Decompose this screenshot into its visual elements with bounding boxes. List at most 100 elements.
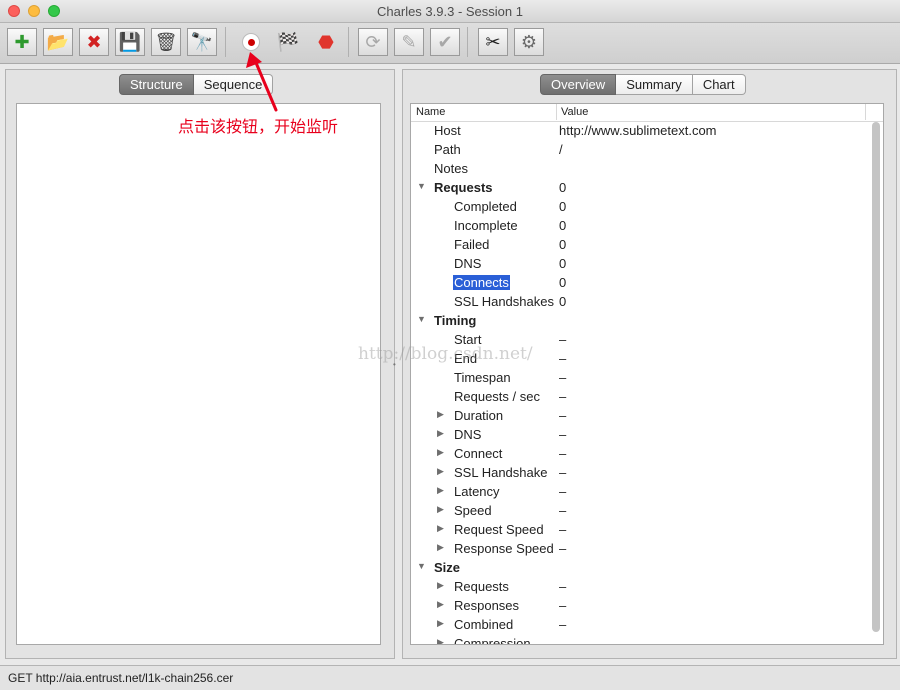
tools-button[interactable]: ✂	[478, 28, 508, 56]
toolbar-separator	[348, 27, 349, 57]
disclosure-closed-icon[interactable]: ▶	[437, 580, 444, 591]
row-value: –	[559, 389, 567, 404]
table-row[interactable]: SSL Handshakes 0	[411, 292, 866, 311]
disclosure-open-icon[interactable]: ▼	[417, 561, 426, 571]
disclosure-closed-icon[interactable]: ▶	[437, 523, 444, 534]
save-session-button[interactable]: 💾	[115, 28, 145, 56]
annotation-text: 点击该按钮，开始监听	[178, 117, 339, 136]
tab-summary[interactable]: Summary	[616, 74, 693, 95]
disclosure-open-icon[interactable]: ▼	[417, 181, 426, 191]
table-row[interactable]: ▶ Speed –	[411, 501, 866, 520]
table-row[interactable]: ▶ DNS –	[411, 425, 866, 444]
table-row[interactable]: ▶ Combined –	[411, 615, 866, 634]
disclosure-closed-icon[interactable]: ▶	[437, 542, 444, 553]
pencil-icon: ✎	[401, 32, 417, 52]
gear-icon: ⚙	[520, 32, 538, 52]
disclosure-closed-icon[interactable]: ▶	[437, 447, 444, 458]
toolbar-separator	[467, 27, 468, 57]
table-row[interactable]: ▼ Requests 0	[411, 178, 866, 197]
row-name: Requests / sec	[454, 389, 540, 404]
table-row[interactable]: Completed 0	[411, 197, 866, 216]
disclosure-closed-icon[interactable]: ▶	[437, 599, 444, 610]
row-name: Connect	[454, 446, 503, 461]
row-name: Latency	[454, 484, 500, 499]
table-row[interactable]: Path /	[411, 140, 866, 159]
annotation-arrow	[246, 52, 278, 112]
row-name: Requests	[434, 180, 493, 195]
disclosure-closed-icon[interactable]: ▶	[437, 618, 444, 629]
clear-session-button[interactable]: 🗑	[151, 28, 181, 56]
close-session-button[interactable]: ✖	[79, 28, 109, 56]
table-row[interactable]: Incomplete 0	[411, 216, 866, 235]
table-row[interactable]: Failed 0	[411, 235, 866, 254]
tools-icon: ✂	[485, 32, 501, 52]
table-row[interactable]: ▶ Compression –	[411, 634, 866, 645]
row-name: Compression	[454, 636, 531, 645]
row-value: 0	[559, 180, 567, 195]
table-row[interactable]: ▶ Response Speed –	[411, 539, 866, 558]
column-header-value[interactable]: Value	[561, 106, 588, 118]
row-value: /	[559, 142, 563, 157]
title-bar: Charles 3.9.3 - Session 1	[0, 0, 900, 23]
column-divider[interactable]	[556, 104, 557, 120]
table-row[interactable]: Notes	[411, 159, 866, 178]
new-session-button[interactable]: ✚	[7, 28, 37, 56]
row-value: –	[559, 541, 567, 556]
row-value: http://www.sublimetext.com	[559, 123, 717, 138]
table-row[interactable]: Timespan –	[411, 368, 866, 387]
row-name: Response Speed	[454, 541, 554, 556]
save-disk-icon: 💾	[118, 32, 142, 52]
right-view-tabs: Overview Summary Chart	[540, 74, 746, 95]
table-row[interactable]: ▶ Duration –	[411, 406, 866, 425]
row-value: 0	[559, 199, 567, 214]
tab-structure[interactable]: Structure	[119, 74, 194, 95]
table-row[interactable]: Connects 0	[411, 273, 866, 292]
tab-overview[interactable]: Overview	[540, 74, 617, 95]
table-row[interactable]: Host http://www.sublimetext.com	[411, 121, 866, 140]
row-name: Responses	[454, 598, 520, 613]
tab-chart[interactable]: Chart	[692, 74, 746, 95]
table-row[interactable]: ▶ SSL Handshake –	[411, 463, 866, 482]
row-value: 0	[559, 294, 567, 309]
disclosure-closed-icon[interactable]: ▶	[437, 428, 444, 439]
status-text: GET http://aia.entrust.net/l1k-chain256.…	[8, 671, 234, 685]
disclosure-closed-icon[interactable]: ▶	[437, 504, 444, 515]
row-name: Failed	[454, 237, 490, 252]
validate-button[interactable]: ✔	[430, 28, 460, 56]
row-name: DNS	[454, 256, 482, 271]
breakpoints-button[interactable]: ⬣	[311, 28, 341, 56]
table-row[interactable]: ▶ Latency –	[411, 482, 866, 501]
row-name: Notes	[434, 161, 468, 176]
overview-table[interactable]: Name Value Host http://www.sublimetext.co…	[410, 103, 884, 645]
table-row[interactable]: ▼ Timing	[411, 311, 866, 330]
table-row[interactable]: ▶ Requests –	[411, 577, 866, 596]
table-row[interactable]: ▼ Size	[411, 558, 866, 577]
table-row[interactable]: DNS 0	[411, 254, 866, 273]
window-title: Charles 3.9.3 - Session 1	[377, 4, 523, 19]
row-name: DNS	[454, 427, 482, 442]
disclosure-closed-icon[interactable]: ▶	[437, 466, 444, 477]
disclosure-closed-icon[interactable]: ▶	[437, 485, 444, 496]
table-row[interactable]: ▶ Request Speed –	[411, 520, 866, 539]
row-value: 0	[559, 237, 567, 252]
row-value: –	[559, 370, 567, 385]
open-folder-icon: 📂	[46, 32, 70, 52]
row-name: Host	[434, 123, 461, 138]
vertical-scrollbar[interactable]	[872, 122, 880, 632]
find-button[interactable]: 🔭	[187, 28, 217, 56]
column-header-name[interactable]: Name	[416, 106, 445, 118]
open-session-button[interactable]: 📂	[43, 28, 73, 56]
structure-tree[interactable]	[16, 103, 381, 645]
row-value: –	[559, 484, 567, 499]
table-row[interactable]: Requests / sec –	[411, 387, 866, 406]
table-row[interactable]: ▶ Responses –	[411, 596, 866, 615]
disclosure-open-icon[interactable]: ▼	[417, 314, 426, 324]
row-name: Speed	[454, 503, 492, 518]
disclosure-closed-icon[interactable]: ▶	[437, 409, 444, 420]
settings-button[interactable]: ⚙	[514, 28, 544, 56]
table-row[interactable]: ▶ Connect –	[411, 444, 866, 463]
row-name: Timing	[434, 313, 477, 328]
edit-button[interactable]: ✎	[394, 28, 424, 56]
disclosure-closed-icon[interactable]: ▶	[437, 637, 444, 644]
repeat-button[interactable]: ⟳	[358, 28, 388, 56]
